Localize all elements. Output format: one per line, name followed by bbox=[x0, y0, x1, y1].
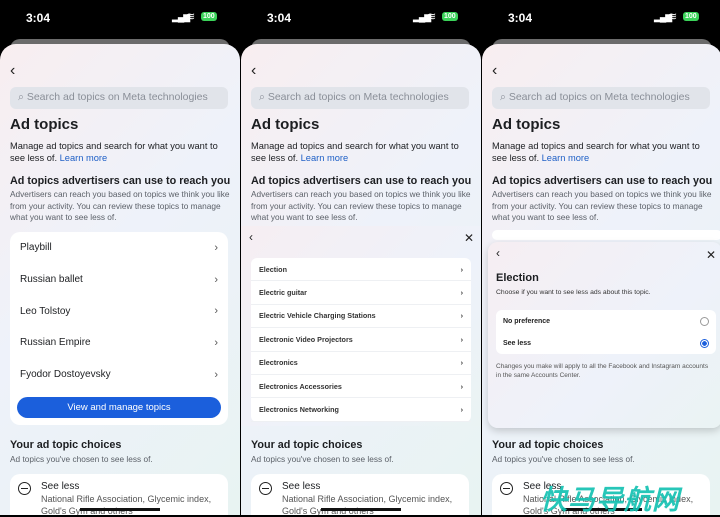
topic-title: Election bbox=[496, 272, 539, 284]
option-see-less[interactable]: See less bbox=[496, 332, 716, 354]
accounts-note: Changes you make will apply to all the F… bbox=[496, 363, 709, 379]
list-item[interactable]: Electronics Accessories › bbox=[251, 375, 471, 399]
search-input[interactable]: ⌕ Search ad topics on Meta technologies bbox=[492, 87, 710, 109]
preference-options: No preference See less bbox=[496, 310, 716, 354]
chevron-right-icon: › bbox=[214, 305, 218, 318]
battery-icon: 100 bbox=[442, 12, 458, 21]
page-description: Manage ad topics and search for what you… bbox=[492, 141, 700, 163]
see-less-choice[interactable]: See less National Rifle Association, Gly… bbox=[251, 474, 469, 515]
choices-text: Ad topics you've chosen to see less of. bbox=[10, 454, 153, 464]
list-item[interactable]: Electronics Networking › bbox=[251, 398, 471, 422]
minus-circle-icon bbox=[259, 482, 272, 495]
learn-more-link[interactable]: Learn more bbox=[542, 153, 590, 163]
chevron-right-icon: › bbox=[460, 334, 463, 344]
section-heading: Ad topics advertisers can use to reach y… bbox=[492, 175, 713, 187]
chevron-right-icon: › bbox=[214, 336, 218, 349]
search-icon: ⌕ bbox=[18, 91, 27, 103]
phone-screen-2: 3:04 ▂▄▆ ≋ 100 ‹ ⌕ Search ad topics on M… bbox=[241, 0, 481, 515]
chevron-right-icon: › bbox=[214, 241, 218, 254]
back-icon[interactable]: ‹ bbox=[492, 62, 497, 80]
view-manage-topics-button[interactable]: View and manage topics bbox=[17, 397, 221, 418]
search-input[interactable]: ⌕ Search ad topics on Meta technologies bbox=[10, 87, 228, 109]
list-item[interactable]: Election › bbox=[251, 258, 471, 282]
choices-heading: Your ad topic choices bbox=[10, 439, 122, 451]
status-time: 3:04 bbox=[508, 11, 533, 25]
choices-heading: Your ad topic choices bbox=[492, 439, 604, 451]
list-item[interactable]: Electronics › bbox=[251, 352, 471, 375]
phone-screen-1: 3:04 ▂▄▆ ≋ 100 ‹ ⌕ Search ad topics on M… bbox=[0, 0, 240, 515]
chevron-right-icon: › bbox=[460, 358, 463, 368]
watermark: 快马导航网 bbox=[540, 485, 680, 515]
list-item[interactable]: Leo Tolstoy › bbox=[10, 295, 228, 327]
back-icon[interactable]: ‹ bbox=[10, 62, 15, 80]
ad-topics-sheet: ‹ ⌕ Search ad topics on Meta technologie… bbox=[482, 44, 720, 515]
back-icon[interactable]: ‹ bbox=[249, 230, 253, 244]
list-item[interactable]: Electric guitar › bbox=[251, 281, 471, 305]
section-text: Advertisers can reach you based on topic… bbox=[10, 189, 230, 222]
search-icon: ⌕ bbox=[259, 91, 268, 103]
see-less-choice[interactable]: See less National Rifle Association, Gly… bbox=[10, 474, 228, 515]
phone-screen-3: 3:04 ▂▄▆ ≋ 100 ‹ ⌕ Search ad topics on M… bbox=[482, 0, 720, 515]
minus-circle-icon bbox=[500, 482, 513, 495]
page-title: Ad topics bbox=[492, 116, 561, 133]
search-input[interactable]: ⌕ Search ad topics on Meta technologies bbox=[251, 87, 469, 109]
list-item[interactable]: Playbill › bbox=[10, 232, 228, 264]
status-time: 3:04 bbox=[267, 11, 292, 25]
chevron-right-icon: › bbox=[460, 405, 463, 415]
section-heading: Ad topics advertisers can use to reach y… bbox=[251, 175, 472, 187]
status-bar: 3:04 ▂▄▆ ≋ 100 bbox=[0, 0, 240, 38]
chevron-right-icon: › bbox=[460, 381, 463, 391]
topic-list: Election › Electric guitar › Electric Vehi… bbox=[251, 258, 471, 422]
section-text: Advertisers can reach you based on topic… bbox=[251, 189, 471, 222]
battery-icon: 100 bbox=[201, 12, 217, 21]
minus-circle-icon bbox=[18, 482, 31, 495]
list-item[interactable]: Electronic Video Projectors › bbox=[251, 328, 471, 352]
list-item[interactable]: Russian Empire › bbox=[10, 327, 228, 359]
back-icon[interactable]: ‹ bbox=[496, 246, 500, 260]
wifi-icon: ≋ bbox=[668, 11, 678, 23]
choices-text: Ad topics you've chosen to see less of. bbox=[251, 454, 394, 464]
close-icon[interactable]: ✕ bbox=[464, 231, 474, 245]
topic-subtitle: Choose if you want to see less ads about… bbox=[496, 289, 651, 296]
wifi-icon: ≋ bbox=[427, 11, 437, 23]
battery-icon: 100 bbox=[683, 12, 699, 21]
page-title: Ad topics bbox=[10, 116, 79, 133]
chevron-right-icon: › bbox=[214, 368, 218, 381]
chevron-right-icon: › bbox=[460, 264, 463, 274]
page-description: Manage ad topics and search for what you… bbox=[10, 141, 218, 163]
ad-topics-sheet: ‹ ⌕ Search ad topics on Meta technologie… bbox=[0, 44, 240, 515]
chevron-right-icon: › bbox=[214, 273, 218, 286]
back-icon[interactable]: ‹ bbox=[251, 62, 256, 80]
choices-heading: Your ad topic choices bbox=[251, 439, 363, 451]
section-heading: Ad topics advertisers can use to reach y… bbox=[10, 175, 231, 187]
page-title: Ad topics bbox=[251, 116, 320, 133]
topic-list: Playbill › Russian ballet › Leo Tolstoy › R… bbox=[10, 232, 228, 425]
ad-topics-sheet: ‹ ⌕ Search ad topics on Meta technologie… bbox=[241, 44, 481, 515]
wifi-icon: ≋ bbox=[186, 11, 196, 23]
section-text: Advertisers can reach you based on topic… bbox=[492, 189, 712, 222]
radio-selected-icon bbox=[700, 338, 709, 348]
topic-search-results: ‹ ✕ Election › Electric guitar › Electric … bbox=[241, 226, 481, 426]
chevron-right-icon: › bbox=[460, 288, 463, 298]
search-icon: ⌕ bbox=[500, 91, 509, 103]
radio-unselected-icon bbox=[700, 316, 709, 326]
list-item[interactable]: Fyodor Dostoyevsky › bbox=[10, 359, 228, 391]
topic-detail-dialog: ‹ ✕ Election Choose if you want to see l… bbox=[488, 242, 720, 428]
chevron-right-icon: › bbox=[460, 311, 463, 321]
status-time: 3:04 bbox=[26, 11, 51, 25]
status-bar: 3:04 ▂▄▆ ≋ 100 bbox=[482, 0, 720, 38]
redaction-bar bbox=[80, 508, 160, 511]
choices-text: Ad topics you've chosen to see less of. bbox=[492, 454, 635, 464]
close-icon[interactable]: ✕ bbox=[706, 248, 716, 262]
redaction-bar bbox=[321, 508, 401, 511]
learn-more-link[interactable]: Learn more bbox=[301, 153, 349, 163]
list-item[interactable]: Russian ballet › bbox=[10, 264, 228, 296]
status-bar: 3:04 ▂▄▆ ≋ 100 bbox=[241, 0, 481, 38]
option-no-preference[interactable]: No preference bbox=[496, 310, 716, 332]
learn-more-link[interactable]: Learn more bbox=[60, 153, 108, 163]
page-description: Manage ad topics and search for what you… bbox=[251, 141, 459, 163]
list-item[interactable]: Electric Vehicle Charging Stations › bbox=[251, 305, 471, 329]
